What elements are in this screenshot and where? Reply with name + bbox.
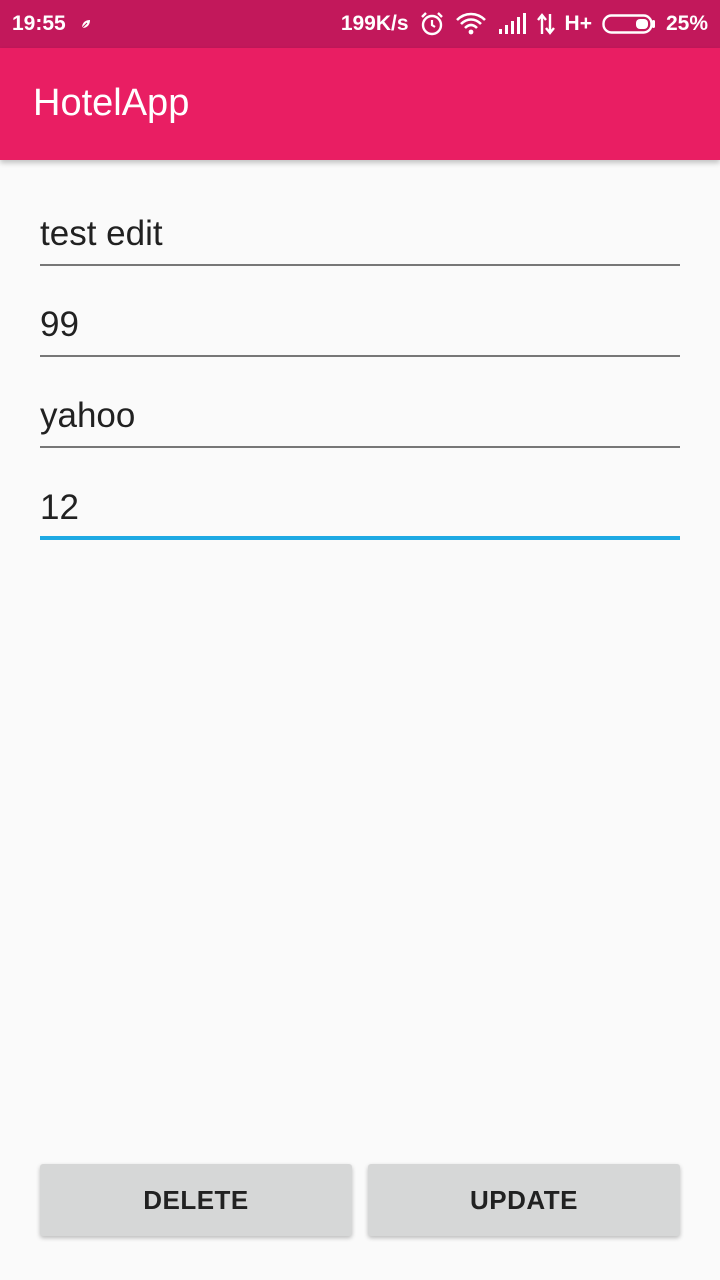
- text-field-4-value: 12: [40, 488, 79, 527]
- text-field-2-underline: [40, 355, 680, 357]
- data-arrows-icon: [536, 13, 555, 35]
- network-speed: 199K/s: [340, 12, 409, 35]
- network-type: H+: [564, 12, 592, 35]
- text-field-3-value: yahoo: [40, 396, 136, 435]
- text-field-4-underline: [40, 536, 680, 540]
- status-right: 199K/s H+ 25%: [341, 11, 708, 37]
- text-field-3-underline: [40, 446, 680, 448]
- text-field-2[interactable]: 99: [40, 287, 680, 357]
- status-time: 19:55: [12, 12, 66, 35]
- battery-icon: [602, 13, 656, 35]
- text-field-2-value: 99: [40, 305, 79, 344]
- status-left: 19:55: [12, 12, 92, 36]
- text-field-3[interactable]: yahoo: [40, 378, 680, 448]
- app-bar: HotelApp: [0, 48, 720, 160]
- text-field-4[interactable]: 12: [40, 470, 680, 540]
- signal-icon: [497, 13, 527, 35]
- text-field-1-underline: [40, 264, 680, 266]
- delete-button[interactable]: DELETE: [40, 1164, 352, 1236]
- wifi-icon: [455, 12, 487, 36]
- update-button[interactable]: UPDATE: [368, 1164, 680, 1236]
- status-bar: 19:55 199K/s H+ 25%: [0, 0, 720, 48]
- battery-percent: 25%: [665, 12, 708, 35]
- notification-leaf-icon: [80, 18, 92, 30]
- text-field-1[interactable]: test edit: [40, 196, 680, 266]
- text-field-1-value: test edit: [40, 214, 163, 253]
- alarm-icon: [419, 11, 445, 37]
- app-title: HotelApp: [33, 82, 190, 124]
